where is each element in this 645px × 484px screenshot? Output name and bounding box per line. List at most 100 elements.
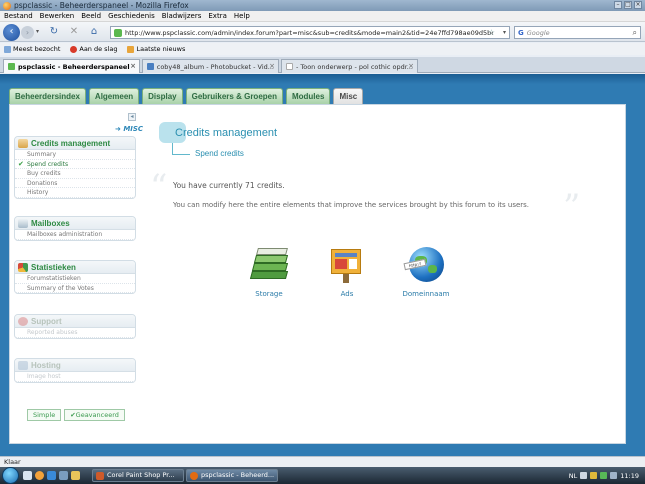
server-icon <box>18 360 28 370</box>
tab-modules[interactable]: Modules <box>285 88 331 104</box>
menu-extra[interactable]: Extra <box>208 12 226 20</box>
feature-domeinnaam[interactable]: http:// Domeinnaam <box>396 245 456 298</box>
sidebar-support: Support Reported abuses <box>14 314 136 339</box>
history-dropdown-icon[interactable]: ▾ <box>36 28 39 35</box>
sidebar-item-history[interactable]: History <box>15 188 135 198</box>
taskbar-paintshop[interactable]: Corel Paint Shop Pr... <box>92 469 184 482</box>
tab-misc[interactable]: Misc <box>333 88 364 104</box>
minimize-button[interactable]: – <box>614 1 622 9</box>
paintshop-icon <box>96 472 104 480</box>
taskbar-firefox[interactable]: pspclassic - Beheerd... <box>186 469 278 482</box>
firefox-quicklaunch-icon[interactable] <box>35 471 44 480</box>
start-button[interactable] <box>2 467 19 484</box>
menu-beeld[interactable]: Beeld <box>81 12 101 20</box>
menu-bladwijzers[interactable]: Bladwijzers <box>162 12 202 20</box>
bookmark-label: Laatste nieuws <box>136 45 186 53</box>
page-title: Credits management <box>175 127 278 139</box>
bookmark-most-visited[interactable]: Meest bezocht <box>4 45 60 53</box>
browser-tab-pspclassic[interactable]: pspclassic - Beheerderspaneel × <box>3 59 140 73</box>
search-box[interactable]: G Google ⌕ <box>514 26 641 39</box>
mailbox-icon <box>18 218 28 228</box>
bookmark-latest-news[interactable]: Laatste nieuws <box>127 45 185 53</box>
window-titlebar: pspclassic - Beheerderspaneel - Mozilla … <box>0 0 645 11</box>
tab-gebruikers-groepen[interactable]: Gebruikers & Groepen <box>185 88 283 104</box>
feature-ads[interactable]: Ads <box>317 245 377 298</box>
bookmarks-toolbar: Meest bezocht Aan de slag Laatste nieuws <box>0 43 645 55</box>
clock[interactable]: 11:19 <box>620 472 639 480</box>
rss-icon <box>127 45 135 53</box>
close-button[interactable]: × <box>634 1 642 9</box>
volume-icon[interactable] <box>610 472 618 479</box>
misc-link[interactable]: ➜ MISC <box>115 125 143 133</box>
credits-balance-text: You have currently 71 credits. <box>173 181 285 190</box>
collapse-sidebar-icon[interactable]: ◂ <box>128 113 136 121</box>
address-bar[interactable]: http://www.pspclassic.com/admin/index.fo… <box>110 26 510 39</box>
tab-label: pspclassic - Beheerderspaneel <box>18 62 130 71</box>
sidebar-hosting: Hosting Image host <box>14 358 136 383</box>
simple-mode-button[interactable]: Simple <box>27 409 62 421</box>
menu-geschiedenis[interactable]: Geschiedenis <box>108 12 155 20</box>
site-favicon <box>114 28 122 37</box>
sidebar-item-spend-credits[interactable]: Spend credits <box>15 160 135 169</box>
warning-icon[interactable] <box>590 472 598 479</box>
tab-algemeen[interactable]: Algemeen <box>88 88 140 104</box>
status-bar: Klaar <box>0 456 645 467</box>
sidebar-item-forumstatistieken[interactable]: Forumstatistieken <box>15 274 135 284</box>
section-header: Mailboxes <box>15 217 135 230</box>
maximize-button[interactable]: □ <box>624 1 632 9</box>
sidebar-item-reported-abuses[interactable]: Reported abuses <box>15 328 135 338</box>
window-title: pspclassic - Beheerderspaneel - Mozilla … <box>14 1 189 10</box>
ie-quicklaunch-icon[interactable] <box>47 471 56 480</box>
sidebar-item-buy-credits[interactable]: Buy credits <box>15 169 135 179</box>
sidebar-item-summary[interactable]: Summary <box>15 150 135 160</box>
menu-bestand[interactable]: Bestand <box>4 12 33 20</box>
section-header: Support <box>15 315 135 328</box>
language-indicator[interactable]: NL <box>569 472 577 480</box>
feature-storage[interactable]: Storage <box>239 245 299 298</box>
tray-arrow-icon[interactable] <box>580 472 588 479</box>
bookmark-getting-started[interactable]: Aan de slag <box>70 45 117 53</box>
status-text: Klaar <box>4 458 21 466</box>
task-label: Corel Paint Shop Pr... <box>107 471 175 479</box>
google-icon[interactable]: G <box>515 29 527 37</box>
reload-icon[interactable]: ↻ <box>48 26 60 38</box>
sidebar-item-votes-summary[interactable]: Summary of the Votes <box>15 284 135 293</box>
switch-windows-icon[interactable] <box>59 471 68 480</box>
browser-tab-photobucket[interactable]: coby48_album - Photobucket - Vid... × <box>142 59 279 73</box>
sidebar-item-donations[interactable]: Donations <box>15 179 135 188</box>
address-url[interactable]: http://www.pspclassic.com/admin/index.fo… <box>125 29 493 37</box>
forward-button[interactable]: › <box>21 26 34 39</box>
sidebar-statistieken: Statistieken Forumstatistieken Summary o… <box>14 260 136 294</box>
sidebar-mailboxes: Mailboxes Mailboxes administration <box>14 216 136 241</box>
browser-tab-strip: pspclassic - Beheerderspaneel × coby48_a… <box>0 57 645 73</box>
bookmark-star-icon[interactable]: ☆ <box>488 28 495 37</box>
advanced-mode-button[interactable]: ✔Geavanceerd <box>64 409 125 421</box>
misc-link-label: MISC <box>123 125 144 133</box>
back-button[interactable]: ‹ <box>3 24 20 41</box>
menu-help[interactable]: Help <box>234 12 250 20</box>
stop-icon[interactable]: ✕ <box>68 26 80 38</box>
sidebar-item-image-host[interactable]: Image host <box>15 372 135 382</box>
window-controls: – □ × <box>614 1 642 9</box>
search-placeholder[interactable]: Google <box>527 29 550 37</box>
tab-close-icon[interactable]: × <box>130 62 136 70</box>
menu-bewerken[interactable]: Bewerken <box>40 12 75 20</box>
menu-bar: Bestand Bewerken Beeld Geschiedenis Blad… <box>0 11 645 22</box>
show-desktop-icon[interactable] <box>23 471 32 480</box>
network-icon[interactable] <box>600 472 608 479</box>
tab-label: - Toon onderwerp - pol cothic opdr... <box>295 62 413 71</box>
url-dropdown-icon[interactable]: ▾ <box>503 29 506 36</box>
tab-beheerdersindex[interactable]: Beheerdersindex <box>9 88 86 104</box>
admin-tabs: Beheerdersindex Algemeen Display Gebruik… <box>9 88 364 104</box>
tab-close-icon[interactable]: × <box>269 62 275 70</box>
tab-display[interactable]: Display <box>142 88 183 104</box>
browser-tab-topic[interactable]: - Toon onderwerp - pol cothic opdr... × <box>281 59 418 73</box>
explorer-quicklaunch-icon[interactable] <box>71 471 80 480</box>
firefox-icon <box>3 1 11 10</box>
sidebar-item-mailboxes-admin[interactable]: Mailboxes administration <box>15 230 135 240</box>
tab-favicon <box>286 63 293 70</box>
search-icon[interactable]: ⌕ <box>633 28 637 38</box>
tab-close-icon[interactable]: × <box>408 62 414 70</box>
page-header-band <box>0 74 645 84</box>
home-icon[interactable]: ⌂ <box>88 26 100 38</box>
